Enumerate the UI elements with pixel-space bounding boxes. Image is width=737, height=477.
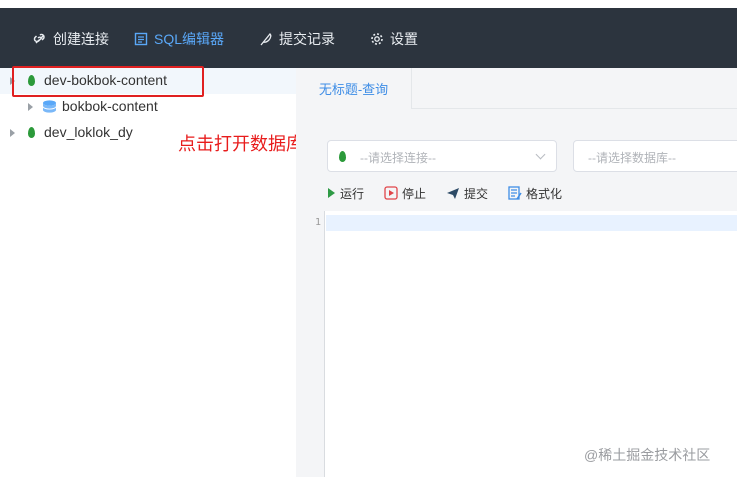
stop-label: 停止 (402, 186, 427, 201)
format-label: 格式化 (526, 186, 563, 201)
database-select[interactable]: --请选择数据库-- (573, 140, 737, 172)
send-icon (447, 187, 460, 199)
submit-label: 提交 (464, 186, 489, 201)
feather-icon (258, 31, 274, 47)
database-icon (42, 100, 57, 113)
run-button[interactable]: 运行 (326, 185, 364, 202)
database-select-placeholder: --请选择数据库-- (588, 151, 676, 165)
top-nav-bar: 创建连接 SQL编辑器 提交记录 设置 (0, 8, 737, 68)
leaf-icon (339, 151, 346, 162)
editor-toolbar: 运行 停止 提交 格式化 (326, 184, 582, 202)
sql-editor-icon (133, 31, 149, 47)
active-line-highlight (326, 215, 737, 231)
nav-settings[interactable]: 设置 (369, 30, 418, 48)
chevron-down-icon (535, 149, 546, 160)
play-icon (328, 188, 335, 198)
annotation-text: 点击打开数据库 (178, 134, 304, 154)
format-icon (508, 186, 522, 200)
nav-label: 设置 (390, 31, 418, 47)
nav-commit-history[interactable]: 提交记录 (258, 30, 335, 48)
expand-caret-icon[interactable] (10, 129, 15, 137)
sql-code-editor[interactable]: 1 (296, 211, 737, 477)
tab-untitled-query[interactable]: 无标题-查询 (296, 68, 412, 109)
line-number: 1 (315, 217, 322, 228)
gear-icon (369, 31, 385, 47)
stop-button[interactable]: 停止 (384, 185, 426, 202)
nav-label: 提交记录 (279, 31, 335, 47)
stop-icon (384, 186, 398, 200)
submit-button[interactable]: 提交 (446, 185, 488, 202)
expand-caret-icon[interactable] (28, 103, 33, 111)
tree-item-label: dev_loklok_dy (44, 124, 133, 140)
link-icon (32, 31, 48, 47)
leaf-icon (28, 127, 35, 138)
nav-sql-editor[interactable]: SQL编辑器 (133, 30, 224, 48)
nav-label: SQL编辑器 (154, 31, 225, 47)
tab-strip: 无标题-查询 (296, 68, 737, 109)
format-button[interactable]: 格式化 (508, 185, 562, 202)
tree-item-label: bokbok-content (62, 98, 158, 114)
query-editor-panel: 无标题-查询 --请选择连接-- --请选择数据库-- 运行 停止 提交 格式化… (296, 68, 737, 477)
watermark: @稀土掘金技术社区 (584, 447, 711, 463)
connection-select-placeholder: --请选择连接-- (360, 151, 436, 165)
nav-create-connection[interactable]: 创建连接 (32, 30, 109, 48)
run-label: 运行 (340, 186, 365, 201)
nav-label: 创建连接 (53, 31, 109, 47)
connection-select[interactable]: --请选择连接-- (327, 140, 557, 172)
line-number-gutter: 1 (296, 211, 325, 477)
annotation-highlight-box (12, 66, 204, 97)
tree-item-bokbok-content[interactable]: bokbok-content (0, 94, 296, 120)
